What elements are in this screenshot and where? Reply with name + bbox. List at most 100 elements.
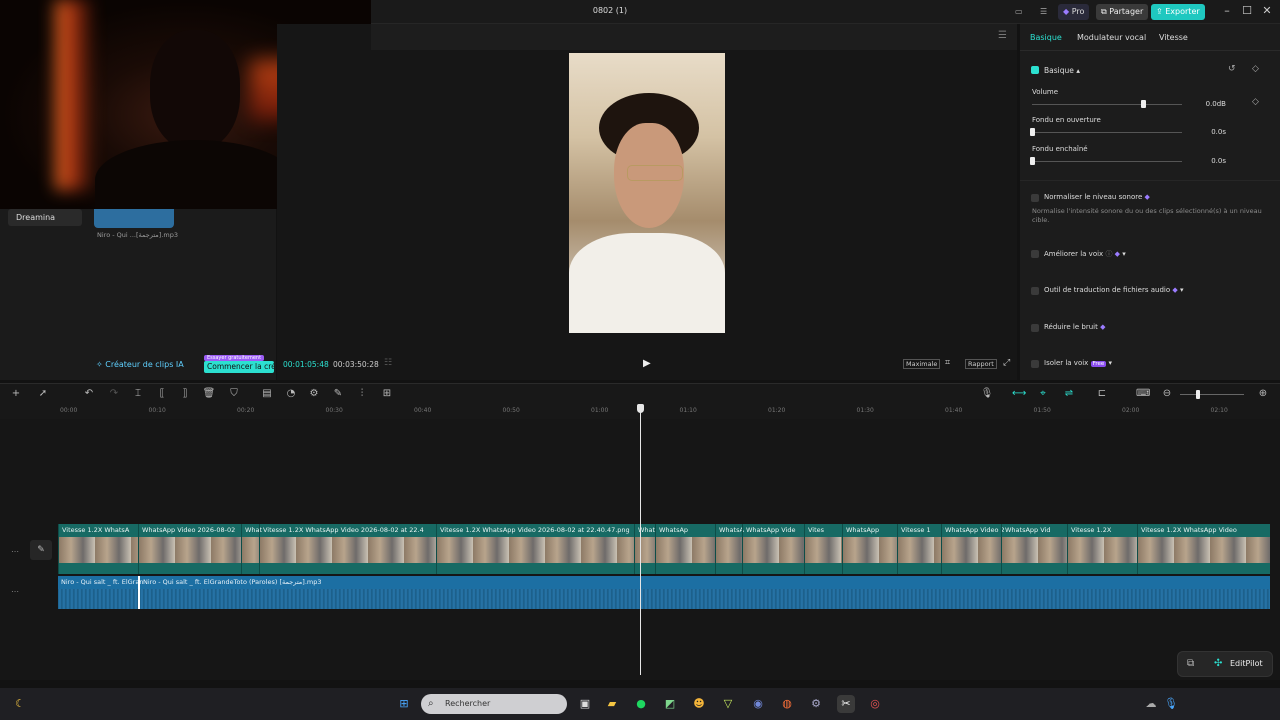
chevron-down-icon[interactable]: ▾ [1108, 359, 1112, 367]
video-clip[interactable]: WhatsA [715, 524, 744, 574]
audio-track-menu-icon[interactable]: ⋯ [11, 587, 19, 596]
volume-keyframe-icon[interactable]: ◇ [1252, 97, 1259, 107]
video-clip[interactable]: Vitesse 1.2X WhatsApp Video [1137, 524, 1270, 574]
isolate-voice-checkbox[interactable] [1031, 360, 1039, 368]
video-track[interactable]: Vitesse 1.2X WhatsA WhatsApp Video 2026-0… [58, 524, 1270, 574]
playhead[interactable] [640, 405, 641, 675]
volume-slider[interactable] [1032, 104, 1182, 105]
task-view-icon[interactable]: ▣ [576, 695, 594, 713]
zoom-slider-knob[interactable] [1196, 390, 1200, 399]
audio-clip[interactable]: Niro - Qui salt _ ft. ElGrandeToto (Paro… [138, 576, 1270, 609]
fade-in-slider-knob[interactable] [1030, 128, 1035, 136]
volume-value[interactable]: 0.0dB [1192, 98, 1240, 110]
speed-icon[interactable]: ◔ [284, 387, 298, 401]
taskbar-search[interactable]: ⌕ Rechercher [421, 694, 567, 714]
caption-icon[interactable]: ⌨ [1136, 387, 1150, 401]
discord-icon[interactable]: ◉ [749, 695, 767, 713]
shield-icon[interactable]: ⛉ [227, 387, 241, 401]
capcut-icon[interactable]: ✂ [837, 695, 855, 713]
fade-out-value[interactable]: 0.0s [1192, 155, 1240, 167]
export-button[interactable]: ⇪ Exporter [1151, 4, 1205, 20]
fade-out-slider-knob[interactable] [1030, 157, 1035, 165]
mic-tray-icon[interactable]: 🎙 [1162, 695, 1180, 713]
maximize-icon[interactable]: ☐ [1240, 4, 1254, 18]
freeze-icon[interactable]: ▤ [260, 387, 274, 401]
video-clip[interactable]: WhatsApp [842, 524, 897, 574]
resize-icon[interactable]: ⊞ [380, 387, 394, 401]
steam-icon[interactable]: ⚙ [807, 695, 825, 713]
panel-icon[interactable]: ☰ [1035, 4, 1052, 20]
maximize-button[interactable]: Maximale [903, 359, 941, 369]
audio-track[interactable]: Niro - Qui salt _ ft. ElGran Niro - Qui s… [58, 576, 1270, 609]
video-clip[interactable]: Vitesse 1 [897, 524, 941, 574]
feedback-icon[interactable]: ⧉ [1187, 658, 1194, 669]
firefox-icon[interactable]: ◍ [778, 695, 796, 713]
fade-in-slider[interactable] [1032, 132, 1182, 133]
video-clip[interactable]: WhatsAp [655, 524, 715, 574]
snap-icon[interactable]: ⇌ [1062, 387, 1076, 401]
sidebar-item-dreamina[interactable]: Dreamina [8, 209, 82, 226]
playhead-handle[interactable] [637, 404, 644, 413]
spotify-icon[interactable]: ● [632, 695, 650, 713]
tab-basic[interactable]: Basique [1030, 33, 1062, 42]
video-clip[interactable]: Vitesse 1.2X WhatsApp Video 2026-08-02 a… [259, 524, 436, 574]
vegas-icon[interactable]: ▽ [719, 695, 737, 713]
add-icon[interactable]: + [9, 387, 23, 401]
timeline-grid-icon[interactable]: ☷ [384, 358, 392, 368]
close-icon[interactable]: ✕ [1260, 4, 1274, 18]
chevron-up-icon[interactable]: ▴ [1076, 66, 1080, 75]
video-clip[interactable]: Vitesse 1.2X WhatsApp Video 2026-08-02 a… [436, 524, 634, 574]
magnet-icon[interactable]: ⌖ [1036, 387, 1050, 401]
redo-icon[interactable]: ↷ [107, 387, 121, 401]
audio-clip[interactable]: Niro - Qui salt _ ft. ElGran [58, 576, 143, 609]
cover-edit-icon[interactable]: ✎ [30, 540, 52, 560]
adjust-icon[interactable]: ⚙ [307, 387, 321, 401]
crop-icon[interactable]: ⌗ [945, 358, 950, 368]
fade-in-value[interactable]: 0.0s [1192, 126, 1240, 138]
app-icon-1[interactable]: ◩ [661, 695, 679, 713]
video-clip[interactable]: Vitesse 1.2X WhatsA [58, 524, 138, 574]
fade-out-slider[interactable] [1032, 161, 1182, 162]
editpilot-button[interactable]: ⧉ ✣ EditPilot [1177, 651, 1273, 677]
video-clip[interactable]: WhatsApp Video 2026-08-02 [138, 524, 241, 574]
delete-icon[interactable]: 🗑 [202, 387, 216, 401]
keyframe-icon[interactable]: ◇ [1252, 64, 1259, 74]
chevron-down-icon[interactable]: ▾ [1122, 250, 1126, 258]
share-button[interactable]: ⧉ Partager [1096, 4, 1149, 20]
translate-checkbox[interactable] [1031, 287, 1039, 295]
enhance-voice-checkbox[interactable] [1031, 250, 1039, 258]
select-cursor-icon[interactable]: ➚ [36, 387, 50, 401]
audio-split-icon[interactable]: ⫶ [355, 387, 369, 401]
weather-moon-icon[interactable]: ☾ [11, 695, 29, 713]
basic-checkbox[interactable] [1031, 66, 1039, 74]
trim-left-icon[interactable]: ⟦ [155, 387, 169, 401]
tab-speed[interactable]: Vitesse [1159, 33, 1188, 42]
microphone-icon[interactable]: 🎙 [980, 387, 994, 401]
start-button[interactable]: Commencer la cré [204, 361, 274, 373]
preview-axis-icon[interactable]: ⊏ [1095, 387, 1109, 401]
split-icon[interactable]: ⌶ [131, 387, 145, 401]
video-preview[interactable] [569, 53, 725, 333]
minimize-icon[interactable]: – [1220, 4, 1234, 18]
ai-clip-creator[interactable]: ✧ Créateur de clips IA [96, 360, 184, 369]
video-clip[interactable]: WhatsApp Video 2 [941, 524, 1005, 574]
link-icon[interactable]: ⟷ [1012, 387, 1026, 401]
noise-reduction-checkbox[interactable] [1031, 324, 1039, 332]
video-clip[interactable]: Vitesse 1.2X [1067, 524, 1137, 574]
zoom-slider[interactable] [1180, 394, 1244, 395]
ratio-button[interactable]: Rapport [965, 359, 997, 369]
zoom-in-icon[interactable]: ⊕ [1256, 387, 1270, 401]
windows-start-icon[interactable]: ⊞ [395, 695, 413, 713]
video-clip[interactable]: Vites [804, 524, 842, 574]
effect-icon[interactable]: ✎ [331, 387, 345, 401]
normalize-checkbox[interactable] [1031, 194, 1039, 202]
network-icon[interactable]: ☁ [1142, 695, 1160, 713]
media-thumbnail[interactable] [94, 209, 174, 228]
undo-icon[interactable]: ↶ [82, 387, 96, 401]
video-clip[interactable]: What [634, 524, 655, 574]
video-clip[interactable]: WhatsApp Vide [742, 524, 804, 574]
track-menu-icon[interactable]: ⋯ [11, 547, 19, 556]
reset-icon[interactable]: ↺ [1228, 64, 1236, 74]
layout-icon[interactable]: ▭ [1010, 4, 1028, 20]
menu-icon[interactable]: ☰ [998, 30, 1007, 41]
